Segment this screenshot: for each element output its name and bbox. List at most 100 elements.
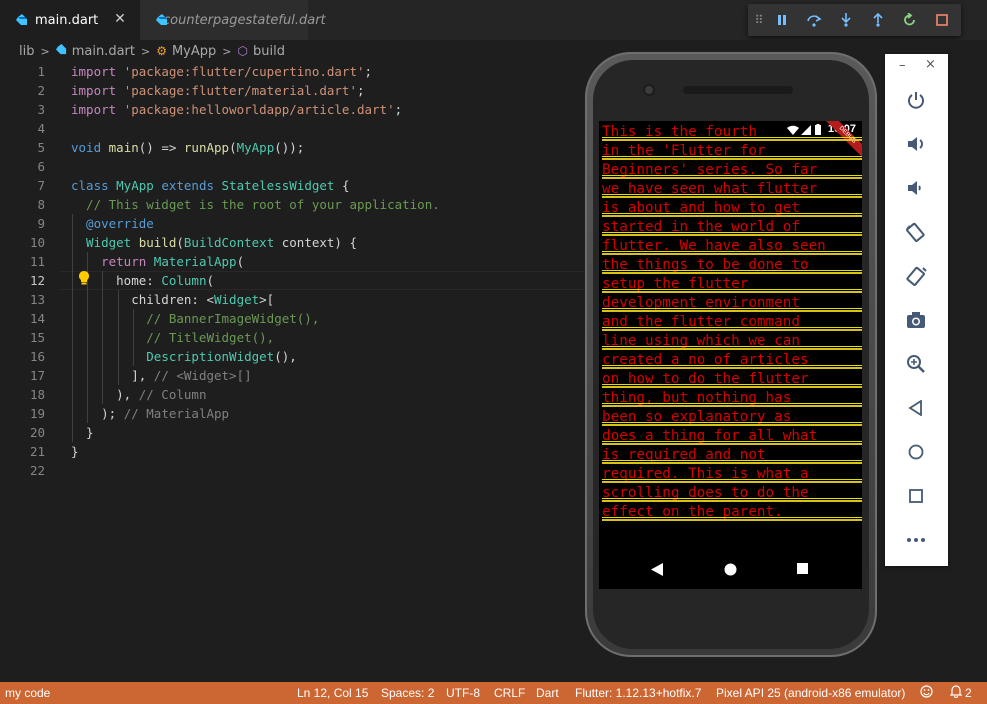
code-text: // This widget is the root of your appli… <box>71 197 440 212</box>
step-over-icon <box>807 15 822 27</box>
chevron-right-icon: > <box>40 44 50 58</box>
code-text: DescriptionWidget(), <box>146 349 297 364</box>
line-number: 22 <box>29 463 45 478</box>
camera-icon[interactable] <box>903 307 929 333</box>
line-number: 20 <box>29 425 45 440</box>
code-text: } <box>71 425 94 440</box>
step-into-icon <box>841 13 851 27</box>
description-line: setup the flutter <box>602 275 862 294</box>
tab-counterpagestateful[interactable]: counterpagestateful.dart <box>140 0 326 40</box>
nav-home-icon[interactable] <box>724 563 737 576</box>
status-indentation[interactable]: Spaces: 2 <box>381 686 434 700</box>
description-line: effect on the parent. <box>602 503 862 522</box>
description-line: required. This is what a <box>602 465 862 484</box>
line-number: 6 <box>37 159 45 174</box>
line-number: 14 <box>29 311 45 326</box>
step-over-button[interactable] <box>798 4 830 36</box>
status-bar: my code Ln 12, Col 15 Spaces: 2 UTF-8 CR… <box>0 682 987 704</box>
description-line: line using which we can <box>602 332 862 351</box>
status-encoding[interactable]: UTF-8 <box>446 686 480 700</box>
line-number: 17 <box>29 368 45 383</box>
description-line: we have seen what flutter <box>602 180 862 199</box>
description-line: This is the fourth <box>602 123 862 142</box>
description-line: does a thing for all what <box>602 427 862 446</box>
step-out-icon <box>873 13 883 27</box>
restart-button[interactable] <box>894 4 926 36</box>
line-number: 21 <box>29 444 45 459</box>
volume-down-icon[interactable] <box>903 175 929 201</box>
pause-icon <box>778 15 786 25</box>
description-line: development environment <box>602 294 862 313</box>
close-icon[interactable]: ✕ <box>112 11 128 27</box>
description-line: on how to do the flutter <box>602 370 862 389</box>
line-number: 8 <box>37 197 45 212</box>
zoom-icon[interactable] <box>903 351 929 377</box>
dart-icon <box>55 44 67 58</box>
chevron-right-icon: > <box>140 44 151 58</box>
close-button[interactable]: × <box>925 57 936 72</box>
line-number: 10 <box>29 235 45 250</box>
description-line: the things to be done to <box>602 256 862 275</box>
dart-icon <box>16 14 28 26</box>
overview-icon[interactable] <box>903 483 929 509</box>
status-workspace[interactable]: my code <box>5 686 50 700</box>
breadcrumb-item-file[interactable]: main.dart <box>55 44 135 59</box>
feedback-smiley-icon[interactable] <box>920 685 933 701</box>
step-into-button[interactable] <box>830 4 862 36</box>
status-flutter-version[interactable]: Flutter: 1.12.13+hotfix.7 <box>575 686 701 700</box>
emulator-controls-panel: – × <box>885 54 948 566</box>
code-text: class MyApp extends StatelessWidget { <box>71 178 350 193</box>
status-device[interactable]: Pixel API 25 (android-x86 emulator) <box>716 686 905 700</box>
line-number: 19 <box>29 406 45 421</box>
stop-button[interactable] <box>926 4 958 36</box>
description-line: created a no of articles <box>602 351 862 370</box>
breadcrumb-item-class[interactable]: ⚙ MyApp <box>156 44 216 59</box>
code-text: ); // MaterialApp <box>71 406 230 421</box>
description-line: been so explanatory as <box>602 408 862 427</box>
description-line: Beginners' series. So far <box>602 161 862 180</box>
rotate-right-icon[interactable] <box>903 263 929 289</box>
code-text: import 'package:flutter/material.dart'; <box>71 83 365 98</box>
line-number: 13 <box>29 292 45 307</box>
breadcrumb-item-method[interactable]: ⬡ build <box>238 44 285 59</box>
code-text: ), // Column <box>71 387 207 402</box>
breadcrumb-item-lib[interactable]: lib <box>19 44 34 59</box>
drag-grip-icon[interactable]: ⠿ <box>752 4 766 36</box>
description-line: thing, but nothing has <box>602 389 862 408</box>
description-line: and the flutter command <box>602 313 862 332</box>
nav-overview-icon[interactable] <box>797 563 808 574</box>
code-text: } <box>71 444 79 459</box>
code-text: Widget build(BuildContext context) { <box>71 235 358 250</box>
method-icon: ⬡ <box>237 44 248 58</box>
status-eol[interactable]: CRLF <box>494 686 525 700</box>
power-icon[interactable] <box>903 87 929 113</box>
speaker-grill <box>683 86 793 94</box>
line-number: 18 <box>29 387 45 402</box>
code-text: // TitleWidget(), <box>71 330 275 345</box>
back-icon[interactable] <box>903 395 929 421</box>
restart-icon <box>904 13 915 26</box>
step-out-button[interactable] <box>862 4 894 36</box>
pause-button[interactable] <box>766 4 798 36</box>
volume-up-icon[interactable] <box>903 131 929 157</box>
minimize-button[interactable]: – <box>899 58 906 73</box>
line-number: 12 <box>29 273 45 288</box>
nav-back-icon[interactable] <box>651 563 663 576</box>
code-text: children: <Widget>[ <box>71 292 275 307</box>
rotate-left-icon[interactable] <box>903 219 929 245</box>
emulator-screen[interactable]: 10:07 DEBUG This is the fourthin the 'Fl… <box>599 121 862 589</box>
tab-main-dart[interactable]: main.dart ✕ <box>0 0 140 40</box>
class-icon: ⚙ <box>156 44 167 58</box>
debug-toolbar: ⠿ <box>748 4 961 36</box>
status-language[interactable]: Dart <box>536 686 559 700</box>
code-text: import 'package:helloworldapp/article.da… <box>71 102 403 117</box>
description-line: started in the world of <box>602 218 862 237</box>
status-cursor-position[interactable]: Ln 12, Col 15 <box>297 686 368 700</box>
more-icon[interactable] <box>903 527 929 553</box>
code-text: import 'package:flutter/cupertino.dart'; <box>71 64 373 79</box>
code-text: home: Column( <box>71 273 214 288</box>
notifications-bell-icon[interactable] <box>949 685 963 701</box>
line-number: 2 <box>37 83 45 98</box>
line-number: 7 <box>37 178 45 193</box>
home-icon[interactable] <box>903 439 929 465</box>
